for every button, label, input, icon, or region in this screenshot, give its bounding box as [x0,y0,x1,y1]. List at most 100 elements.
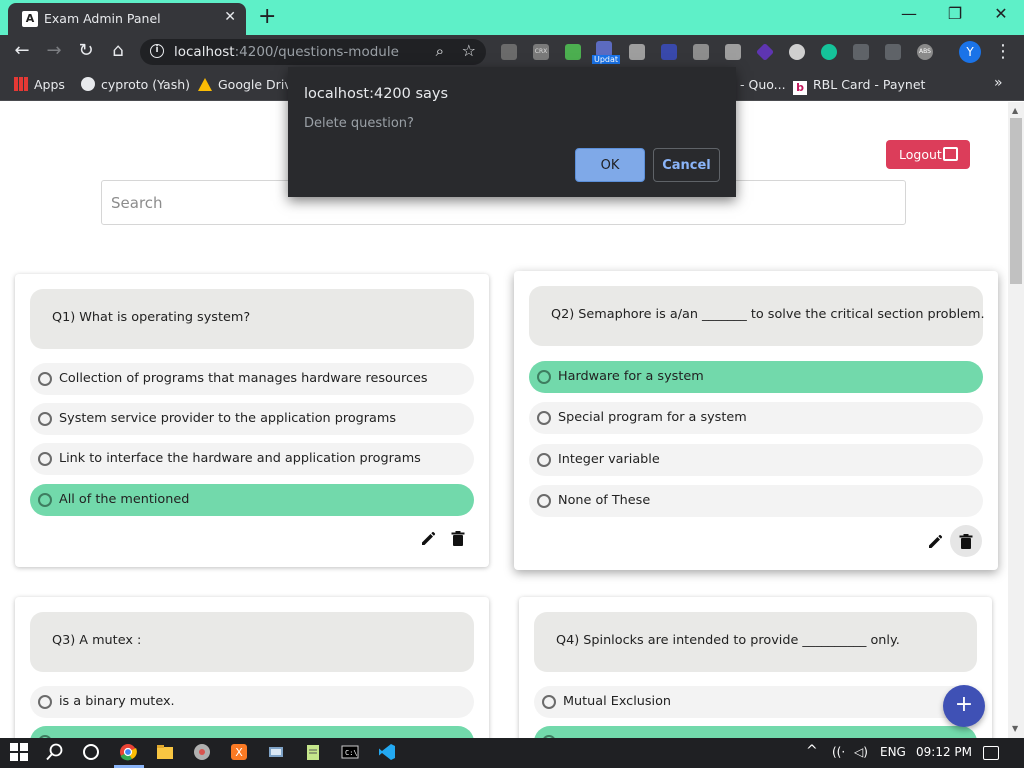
option-item[interactable]: None of These [529,485,983,517]
angular-favicon-icon: A [22,11,38,27]
bookmark-apps[interactable]: Apps [14,77,65,92]
radio-icon[interactable] [537,370,551,384]
vscode-icon[interactable] [378,743,398,763]
site-info-icon[interactable]: i [150,44,164,58]
restore-icon[interactable]: ❐ [932,4,978,23]
search-zoom-icon[interactable]: ⌕ [436,42,444,60]
delete-icon[interactable] [442,522,474,554]
cart-extension-icon[interactable] [501,44,517,60]
radio-icon[interactable] [537,494,551,508]
clock[interactable]: 09:12 PM [916,745,972,759]
screen-extension-icon[interactable] [661,44,677,60]
media-player-icon[interactable] [193,743,213,763]
minimize-icon[interactable]: — [886,4,932,23]
question-text: Q4) Spinlocks are intended to provide __… [556,633,900,648]
address-bar[interactable]: i localhost:4200/questions-module ⌕ ☆ [140,39,486,65]
volume-icon[interactable]: ◁) [854,745,868,759]
edit-icon[interactable] [919,525,951,557]
camera-extension-icon[interactable] [629,44,645,60]
radio-icon[interactable] [38,372,52,386]
dialog-title: localhost:4200 says [304,86,449,102]
windows-start-icon[interactable] [10,743,30,763]
cancel-button[interactable]: Cancel [653,148,720,182]
url-text[interactable]: localhost:4200/questions-module [174,44,399,60]
question-box: Q4) Spinlocks are intended to provide __… [534,612,977,672]
command-prompt-icon[interactable]: C:\ [341,743,361,763]
css-extension-icon[interactable] [885,44,901,60]
radio-icon[interactable] [542,695,556,709]
radio-icon[interactable] [38,493,52,507]
question-card-1: Q1) What is operating system? Collection… [15,274,489,567]
bookmark-quo[interactable]: - Quo... [740,77,786,92]
option-item-correct[interactable]: All of the mentioned [30,484,474,516]
radio-icon[interactable] [537,453,551,467]
tray-overflow-icon[interactable]: ^ [806,743,818,759]
chrome-taskbar-icon[interactable] [119,743,139,763]
option-item[interactable]: System service provider to the applicati… [30,403,474,435]
option-label: All of the mentioned [59,492,190,507]
close-window-icon[interactable]: ✕ [978,4,1024,23]
radio-icon[interactable] [537,411,551,425]
option-item[interactable]: Collection of programs that manages hard… [30,363,474,395]
bookmark-rbl-card[interactable]: b RBL Card - Paynet [793,77,925,95]
scroll-down-icon[interactable]: ▼ [1012,724,1018,733]
language-indicator[interactable]: ENG [880,745,906,759]
xampp-icon[interactable]: X [230,743,250,763]
forward-icon[interactable]: → [42,40,66,61]
confirm-dialog: localhost:4200 says Delete question? OK … [288,67,736,197]
radio-icon[interactable] [38,412,52,426]
notifications-icon[interactable] [983,746,999,760]
bookmarks-overflow-icon[interactable]: » [994,75,1003,91]
option-item[interactable]: Special program for a system [529,402,983,434]
back-icon[interactable]: ← [10,40,34,61]
diamond-extension-icon[interactable] [755,42,775,62]
bookmark-star-icon[interactable]: ☆ [462,41,476,60]
option-item-correct[interactable] [30,726,474,738]
option-label: Hardware for a system [558,369,704,384]
question-text: Q1) What is operating system? [52,310,251,325]
question-box: Q2) Semaphore is a/an _______ to solve t… [529,286,985,346]
tab-close-icon[interactable]: ✕ [224,9,236,25]
scrollbar-thumb[interactable] [1010,118,1022,284]
reload-icon[interactable]: ↻ [74,40,98,61]
file-explorer-icon[interactable] [156,743,176,763]
colorful-extension-icon[interactable] [565,44,581,60]
crx-extension-icon[interactable]: CRX [533,44,549,60]
home-icon[interactable]: ⌂ [106,40,130,61]
bookmark-google-drive[interactable]: Google Drive [198,77,299,92]
task-view-icon[interactable] [82,743,102,763]
browser-menu-icon[interactable]: ⋮ [994,41,1012,62]
bookmark-cyproto[interactable]: cyproto (Yash) [81,77,190,92]
radio-icon[interactable] [38,452,52,466]
grammarly-icon[interactable] [821,44,837,60]
google-drive-icon [198,78,212,91]
new-tab-icon[interactable]: + [258,4,276,29]
question-box: Q1) What is operating system? [30,289,474,349]
browser-tab[interactable]: A Exam Admin Panel ✕ [8,3,246,35]
edit-icon[interactable] [412,522,444,554]
puzzle-extension-icon[interactable] [725,44,741,60]
wifi-icon[interactable]: ((· [832,745,845,759]
add-question-button[interactable]: + [943,685,985,727]
scroll-up-icon[interactable]: ▲ [1012,106,1018,115]
search-icon[interactable] [46,743,66,763]
ok-button[interactable]: OK [575,148,645,182]
image-extension-icon[interactable] [693,44,709,60]
option-item[interactable]: is a binary mutex. [30,686,474,718]
profile-avatar[interactable]: Y [959,41,981,63]
network-app-icon[interactable] [267,743,287,763]
option-item[interactable]: Link to interface the hardware and appli… [30,443,474,475]
option-item-correct[interactable] [534,726,977,738]
option-item[interactable]: Mutual Exclusion [534,686,977,718]
radio-icon[interactable] [38,695,52,709]
logout-button[interactable]: Logout [886,140,970,169]
abs-extension-icon[interactable]: ABS [917,44,933,60]
page-scrollbar[interactable]: ▲ ▼ [1008,102,1024,738]
option-item-correct[interactable]: Hardware for a system [529,361,983,393]
option-item[interactable]: Integer variable [529,444,983,476]
delete-icon[interactable] [950,525,982,557]
option-label: Collection of programs that manages hard… [59,371,428,386]
speed-extension-icon[interactable] [789,44,805,60]
pen-extension-icon[interactable] [853,44,869,60]
notepad-icon[interactable] [304,743,324,763]
